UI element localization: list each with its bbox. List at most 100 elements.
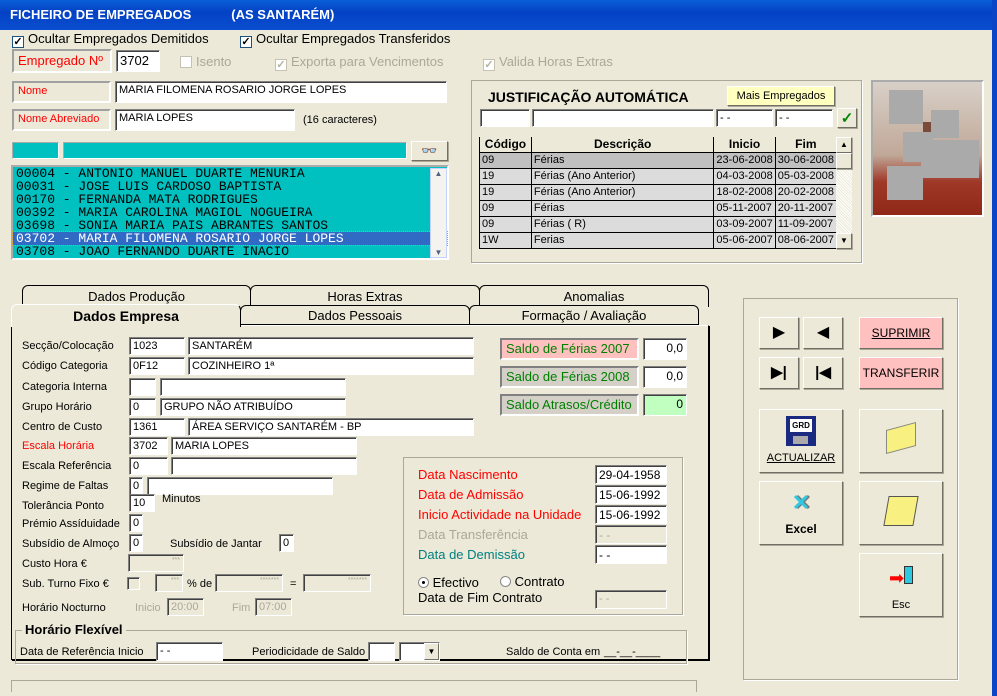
find-button[interactable]: 👓 [411,141,448,161]
grid-row[interactable]: 09 Férias 05-11-2007 20-11-2007 [479,199,838,217]
grid-cell[interactable]: 05-11-2007 [713,199,776,217]
grid-row[interactable]: 1W Ferias 05-06-2007 08-06-2007 [479,231,838,249]
seccao-desc-input[interactable]: SANTARÉM [188,337,474,355]
grid-scrollbar[interactable]: ▲ ▼ [836,137,852,249]
isento-checkbox[interactable]: Isento [180,54,231,69]
col-inicio[interactable]: Inicio [713,137,776,153]
folder-button[interactable] [859,409,943,473]
actualizar-button[interactable]: GRD ACTUALIZAR [759,409,843,473]
grid-cell[interactable]: Férias (Ano Anterior) [530,183,715,201]
period-input[interactable] [368,642,395,661]
just-code-input[interactable] [480,109,530,127]
col-fim[interactable]: Fim [774,137,838,153]
grid-cell[interactable]: 09 [479,151,532,169]
hide-transferred-checkbox[interactable]: ✓ Ocultar Empregados Transferidos [240,31,450,48]
escala-code-input[interactable]: 3702 [129,437,168,455]
grid-cell[interactable]: 20-02-2008 [774,183,838,201]
just-end-input[interactable]: - - [775,109,833,127]
previous-button[interactable]: ◀ [803,317,843,349]
jantar-input[interactable]: 0 [279,534,294,552]
grid-row[interactable]: 09 Férias 23-06-2008 30-06-2008 [479,151,838,169]
next-button[interactable]: ▶ [759,317,799,349]
grid-cell[interactable]: 04-03-2008 [713,167,776,185]
excel-button[interactable]: ✕ Excel [759,481,843,545]
escala-desc-input[interactable]: MARIA LOPES [171,437,357,455]
justificacao-grid[interactable]: Código Descrição Inicio Fim 09 Férias 23-0… [479,137,838,249]
grid-cell[interactable]: 09 [479,215,532,233]
search-code-input[interactable] [12,142,59,159]
ref-date-input[interactable]: - - [156,642,223,661]
tab-horas-extras[interactable]: Horas Extras [250,285,480,307]
admissao-input[interactable]: 15-06-1992 [595,485,667,504]
tab-formacao[interactable]: Formação / Avaliação [469,305,699,325]
employee-number-input[interactable]: 3702 [116,50,160,72]
escala_ref-desc-input[interactable] [171,457,357,475]
short-name-input[interactable]: MARIA LOPES [115,109,295,131]
cat_interna-desc-input[interactable] [160,378,346,396]
centro-code-input[interactable]: 1361 [129,418,185,436]
nocturno-inicio-input[interactable]: 20:00 [167,598,204,616]
valida-checkbox[interactable]: ✓ Valida Horas Extras [483,54,613,71]
chevron-down-icon[interactable]: ▼ [424,643,439,660]
grid-cell[interactable]: 19 [479,183,532,201]
turno-result-input[interactable]: ******* [303,574,371,592]
just-desc-input[interactable] [532,109,714,127]
turno-checkbox[interactable] [127,577,140,590]
suprimir-button[interactable]: SUPRIMIR [859,317,943,349]
grid-cell[interactable]: Ferias [530,231,715,249]
contrato-radio[interactable]: Contrato [500,574,565,589]
turno-base-input[interactable]: ******* [215,574,283,592]
grid-cell[interactable]: Férias ( R) [530,215,715,233]
hide-dismissed-checkbox[interactable]: ✓ Ocultar Empregados Demitidos [12,31,209,48]
col-codigo[interactable]: Código [479,137,532,153]
categoria-desc-input[interactable]: COZINHEIRO 1ª [188,357,474,375]
escala_ref-code-input[interactable]: 0 [129,457,168,475]
grid-cell[interactable]: 11-09-2007 [774,215,838,233]
more-employees-button[interactable]: Mais Empregados [727,86,835,106]
demissao-input[interactable]: - - [595,545,667,564]
grupo-code-input[interactable]: 0 [129,398,156,416]
transferencia-input[interactable]: - - [595,525,667,544]
grid-cell[interactable]: 18-02-2008 [713,183,776,201]
grid-cell[interactable]: 20-11-2007 [774,199,838,217]
grupo-desc-input[interactable]: GRUPO NÃO ATRIBUÍDO [160,398,346,416]
just-start-input[interactable]: - - [716,109,773,127]
notepad-button[interactable] [859,481,943,545]
tab-dados-empresa[interactable]: Dados Empresa [11,304,241,327]
tab-dados-pessoais[interactable]: Dados Pessoais [240,305,470,325]
period-select[interactable]: ▼ [399,642,440,661]
efectivo-radio[interactable]: Efectivo [418,575,479,590]
centro-desc-input[interactable]: ÁREA SERVIÇO SANTARÉM - BP [188,418,474,436]
grid-cell[interactable]: 09 [479,199,532,217]
name-input[interactable]: MARIA FILOMENA ROSARIO JORGE LOPES [115,81,447,103]
grid-cell[interactable]: 23-06-2008 [713,151,776,169]
grid-cell[interactable]: 19 [479,167,532,185]
confirm-button[interactable]: ✓ [837,108,857,128]
grid-cell[interactable]: 03-09-2007 [713,215,776,233]
categoria-code-input[interactable]: 0F12 [129,357,185,375]
regime-code-input[interactable]: 0 [129,477,143,495]
grid-cell[interactable]: Férias (Ano Anterior) [530,167,715,185]
fim-contrato-input[interactable]: - - [595,590,667,609]
employee-list[interactable]: 00004 - ANTONIO MANUEL DUARTE MENURIA 000… [11,165,449,260]
tolerancia-input[interactable]: 10 [129,494,155,512]
list-item[interactable]: 03708 - JOAO FERNANDO DUARTE INACIO [13,245,447,258]
grid-cell[interactable]: 08-06-2007 [774,231,838,249]
col-descricao[interactable]: Descrição [530,137,715,153]
grid-cell[interactable]: 30-06-2008 [774,151,838,169]
grid-cell[interactable]: 05-06-2007 [713,231,776,249]
premio-input[interactable]: 0 [129,514,143,532]
transferir-button[interactable]: TRANSFERIR [859,357,943,389]
grid-cell[interactable]: Férias [530,151,715,169]
search-name-input[interactable] [63,142,407,159]
esc-button[interactable]: ➡ Esc [859,553,943,617]
tab-anomalias[interactable]: Anomalias [479,285,709,307]
grid-row[interactable]: 09 Férias ( R) 03-09-2007 11-09-2007 [479,215,838,233]
nascimento-input[interactable]: 29-04-1958 [595,465,667,484]
first-button[interactable]: |◀ [803,357,843,389]
exporta-checkbox[interactable]: ✓ Exporta para Vencimentos [275,54,443,71]
grid-cell[interactable]: Férias [530,199,715,217]
grid-cell[interactable]: 05-03-2008 [774,167,838,185]
turno-pct-input[interactable]: *** [155,574,183,592]
seccao-code-input[interactable]: 1023 [129,337,185,355]
